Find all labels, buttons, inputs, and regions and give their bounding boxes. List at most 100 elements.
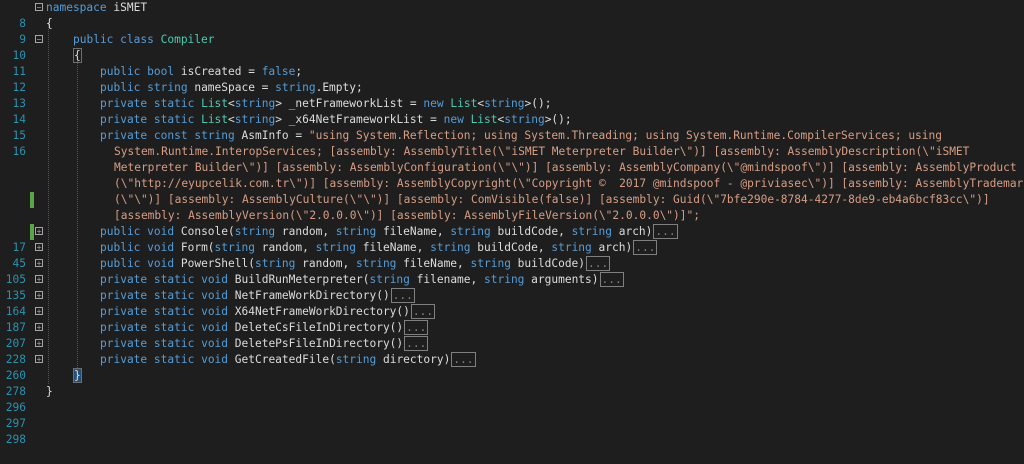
keyword: void (147, 225, 175, 238)
code-text: directory) (376, 353, 451, 366)
keyword: private (100, 113, 148, 126)
keyword: void (147, 241, 175, 254)
keyword: string (484, 97, 525, 110)
collapsed-block[interactable]: ... (653, 224, 678, 239)
keyword: new (443, 113, 464, 126)
keyword: false (261, 65, 296, 78)
collapsed-block[interactable]: ... (410, 304, 436, 319)
code-line-wrap: Meterpreter Builder\")] [assembly: Assem… (0, 160, 1024, 176)
keyword: const (153, 129, 188, 142)
keyword: public (73, 33, 114, 46)
keyword: string (450, 225, 491, 238)
code-line: 11 { (0, 48, 1024, 78)
keyword: string (484, 273, 525, 286)
code-text: > _netFrameworkList = (275, 97, 424, 110)
class-name: Compiler (160, 33, 215, 46)
code-editor[interactable]: 8 − namespace iSMET 9 { 10 − public clas… (0, 0, 1024, 446)
code-line: 278 } (0, 368, 1024, 398)
keyword: void (201, 273, 229, 286)
code-text: fileName, (356, 241, 431, 254)
expand-toggle-icon[interactable]: + (35, 323, 43, 332)
keyword: public (100, 65, 141, 78)
code-line-wrap: (\"\")] [assembly: AssemblyCulture(\"\")… (0, 192, 1024, 208)
code-text: >(); (524, 97, 552, 110)
keyword: bool (147, 65, 175, 78)
code-line: 9 { (0, 16, 1024, 46)
string-literal: System.Runtime.InteropServices; [assembl… (114, 145, 970, 158)
keyword: private (100, 129, 148, 142)
code-text: .Empty; (315, 81, 363, 94)
keyword: void (201, 321, 229, 334)
keyword: string (315, 241, 357, 254)
code-line: 187 + private static void X64NetFrameWor… (0, 304, 1024, 334)
collapse-toggle-icon[interactable]: − (35, 35, 43, 44)
keyword: string (254, 257, 296, 270)
keyword: void (201, 289, 229, 302)
expand-toggle-icon[interactable]: + (35, 275, 43, 284)
code-text: random, (275, 225, 336, 238)
code-line: 164 + private static void NetFrameWorkDi… (0, 288, 1024, 318)
collapsed-block[interactable]: ... (586, 256, 611, 271)
expand-toggle-icon[interactable]: + (35, 339, 43, 348)
string-literal: Meterpreter Builder\")] [assembly: Assem… (114, 161, 1017, 174)
code-text: AsmInfo = (234, 129, 309, 142)
expand-toggle-icon[interactable]: + (35, 243, 43, 252)
method-name: X64NetFrameWorkDirectory() (228, 305, 410, 318)
code-text: nameSpace = (187, 81, 276, 94)
collapsed-block[interactable]: ... (390, 288, 415, 303)
code-text: buildCode, (490, 225, 572, 238)
code-line: 14 private static List<string> _netFrame… (0, 96, 1024, 126)
code-line: 17 + public void Console(string random, … (0, 224, 1024, 254)
code-line: 207 + private static void DeleteCsFileIn… (0, 320, 1024, 350)
keyword: static (153, 97, 195, 110)
code-line: 8 − namespace iSMET (0, 0, 1024, 30)
keyword: static (153, 289, 195, 302)
code-line: 296 } (0, 384, 1024, 414)
expand-toggle-icon[interactable]: + (35, 307, 43, 316)
collapse-toggle-icon[interactable]: − (35, 3, 43, 12)
keyword: void (201, 337, 229, 350)
code-text: fileName, (396, 257, 471, 270)
expand-toggle-icon[interactable]: + (35, 259, 43, 268)
collapsed-block[interactable]: ... (599, 272, 624, 287)
code-line-wrap: System.Runtime.InteropServices; [assembl… (0, 144, 1024, 160)
expand-toggle-icon[interactable]: + (35, 355, 43, 364)
string-literal: (\"http://eyupcelik.com.tr\")] [assembly… (114, 177, 1024, 190)
keyword: string (335, 353, 377, 366)
expand-toggle-icon[interactable]: + (35, 227, 43, 236)
code-line: 10 − public class Compiler (0, 32, 1024, 62)
keyword: private (100, 353, 148, 366)
line-number: 298 (5, 433, 26, 446)
code-text: arch) (611, 225, 653, 238)
keyword: static (153, 273, 195, 286)
code-line: 297 (0, 400, 1024, 430)
collapsed-block[interactable]: ... (404, 336, 429, 351)
brace: } (73, 368, 82, 383)
method-name: DeletePsFileInDirectory() (228, 337, 404, 350)
keyword: string (356, 257, 397, 270)
collapsed-block[interactable]: ... (633, 240, 658, 255)
keyword: void (201, 353, 229, 366)
expand-toggle-icon[interactable]: + (35, 291, 43, 300)
type-name: List (450, 97, 478, 110)
keyword: string (214, 241, 255, 254)
code-text: isCreated = (174, 65, 262, 78)
code-text: ; (295, 65, 303, 78)
collapsed-block[interactable]: ... (451, 352, 476, 367)
string-literal: "using System.Reflection; using System.T… (308, 129, 942, 142)
string-literal: [assembly: AssemblyVersion(\"2.0.0.0\")]… (114, 209, 700, 222)
method-name: NetFrameWorkDirectory() (228, 289, 390, 302)
brace: { (46, 17, 53, 30)
keyword: static (153, 353, 195, 366)
method-name: DeleteCsFileInDirectory() (228, 321, 404, 334)
keyword: public (100, 257, 141, 270)
keyword: static (153, 305, 195, 318)
code-text: > _x64NetFrameworkList = (275, 113, 444, 126)
keyword: string (430, 241, 471, 254)
keyword: string (234, 113, 276, 126)
collapsed-block[interactable]: ... (404, 320, 429, 335)
type-name: List (201, 113, 229, 126)
keyword: private (100, 305, 148, 318)
keyword: private (100, 273, 148, 286)
keyword: public (100, 241, 141, 254)
